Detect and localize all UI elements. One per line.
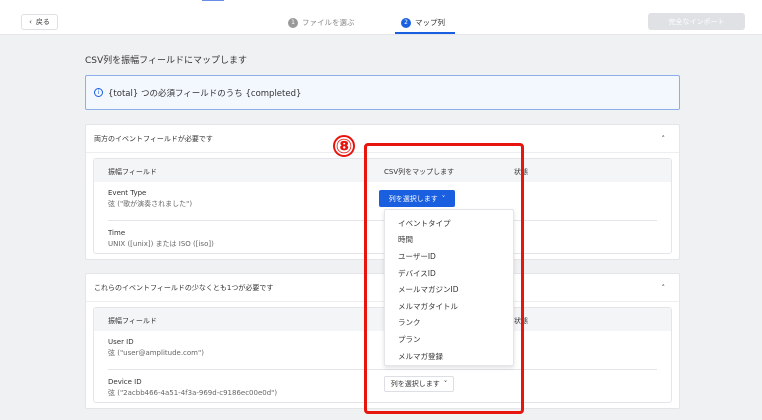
chevron-left-icon: ‹ [29, 18, 32, 26]
complete-import-button[interactable]: 完全なインポート [648, 13, 745, 30]
page-title: CSV列を振幅フィールドにマップします [85, 56, 247, 66]
info-banner: i {total} つの必須フィールドのうち {completed} [85, 75, 680, 110]
step-number: 1 [288, 17, 298, 28]
active-step-underline [395, 32, 455, 34]
step-choose-file[interactable]: 1 ファイルを選ぶ [288, 17, 355, 28]
step-map-columns[interactable]: 2 マップ列 [401, 17, 445, 28]
annotation-highlight-box [364, 143, 524, 414]
top-accent-line [202, 0, 224, 1]
step-number: 2 [401, 17, 411, 28]
annotation-number: ⑧ [333, 135, 355, 157]
info-icon: i [94, 88, 103, 97]
back-button[interactable]: ‹ 戻る [21, 14, 58, 30]
chevron-up-icon[interactable]: ˄ [662, 284, 666, 292]
chevron-up-icon[interactable]: ˄ [662, 135, 666, 143]
